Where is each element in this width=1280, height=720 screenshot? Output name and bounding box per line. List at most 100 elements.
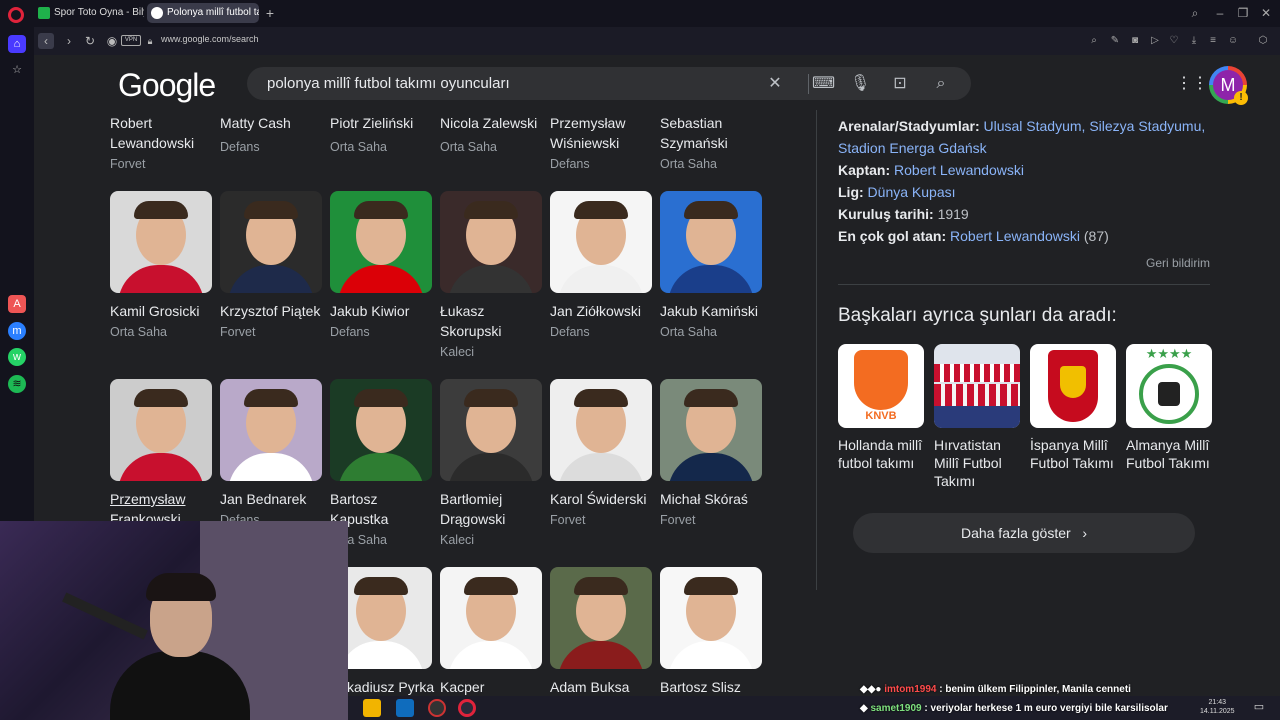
player-photo[interactable] <box>660 567 762 669</box>
avatar[interactable]: M ! <box>1209 66 1248 105</box>
maximize-icon[interactable]: ❐ <box>1233 4 1253 22</box>
player-name[interactable]: Matty Cash <box>220 113 328 133</box>
player-name[interactable]: Piotr Zieliński <box>330 113 438 133</box>
lens-icon[interactable]: ⊡ <box>890 74 910 94</box>
player-name[interactable]: Jan Ziółkowski <box>550 301 658 321</box>
minimize-icon[interactable]: – <box>1210 4 1230 22</box>
player-name[interactable]: Jakub Kiwior <box>330 301 438 321</box>
lock-icon[interactable]: 🔒︎ <box>142 33 158 49</box>
url-field[interactable]: www.google.com/search <box>161 34 259 44</box>
search-page-icon[interactable]: ⌕ <box>1087 34 1101 48</box>
player-photo[interactable] <box>660 191 762 293</box>
reload-icon[interactable]: ↻ <box>82 33 98 49</box>
app-icon[interactable] <box>428 699 446 717</box>
extensions-icon[interactable]: ⬡ <box>1256 34 1270 48</box>
player-photo[interactable] <box>330 191 432 293</box>
opera-logo-icon[interactable] <box>8 7 24 23</box>
player-photo[interactable] <box>110 379 212 481</box>
notification-icon[interactable]: ▭ <box>1252 700 1266 714</box>
messenger-icon[interactable]: m <box>8 322 26 340</box>
outlook-icon[interactable] <box>396 699 414 717</box>
forward-icon[interactable]: › <box>61 33 77 49</box>
home-icon[interactable]: ⌂ <box>8 35 26 53</box>
player-name[interactable]: Krzysztof Piątek <box>220 301 328 321</box>
close-window-icon[interactable]: ✕ <box>1256 4 1276 22</box>
tab-search-icon[interactable]: ⌕ <box>1185 4 1205 22</box>
microphone-icon[interactable]: 🎙︎ <box>850 74 870 94</box>
player-photo[interactable] <box>220 379 322 481</box>
clock-time: 21:43 <box>1208 699 1227 706</box>
player-name[interactable]: Przemysław Wiśniewski <box>550 113 658 153</box>
player-photo[interactable] <box>440 191 542 293</box>
edit-icon[interactable]: ✎ <box>1108 34 1122 48</box>
vpn-badge[interactable]: VPN <box>121 35 141 46</box>
player-name[interactable]: Bartłomiej Drągowski <box>440 489 548 529</box>
opera-taskbar-icon[interactable] <box>458 699 476 717</box>
google-logo[interactable]: Google <box>118 67 216 104</box>
player-photo[interactable] <box>550 567 652 669</box>
related-team-name: Almanya Millî Futbol Takımı <box>1126 437 1210 471</box>
player-name[interactable]: Jakub Kamiński <box>660 301 768 321</box>
player-name[interactable]: Jan Bednarek <box>220 489 328 509</box>
player-photo[interactable] <box>550 379 652 481</box>
play-icon[interactable]: ▷ <box>1148 34 1162 48</box>
player-name[interactable]: Sebastian Szymański <box>660 113 768 153</box>
player-name[interactable]: Kacper <box>440 677 548 697</box>
chat-text: : benim ülkem Filippinler, Manila cennet… <box>939 684 1131 695</box>
tab-bilyoner[interactable]: Spor Toto Oyna - Bilyoner <box>34 3 144 23</box>
player-name[interactable]: Adam Buksa <box>550 677 658 697</box>
search-icon[interactable]: ⌕ <box>931 74 951 94</box>
player-hair <box>134 201 188 219</box>
player-name[interactable]: Łukasz Skorupski <box>440 301 548 341</box>
whatsapp-icon[interactable]: w <box>8 348 26 366</box>
player-photo[interactable] <box>440 379 542 481</box>
related-team-name: Hırvatistan Millî Futbol Takımı <box>934 437 1002 489</box>
search-box[interactable]: polonya millî futbol takımı oyuncuları ✕… <box>247 67 971 100</box>
player-name[interactable]: kadiusz Pyrka <box>347 677 455 697</box>
player-name[interactable]: Kamil Grosicki <box>110 301 218 321</box>
kp-founded-value: 1919 <box>937 206 969 222</box>
chat-username: samet1909 <box>870 703 922 714</box>
related-team-spain[interactable]: İspanya Millî Futbol Takımı <box>1030 344 1116 472</box>
player-photo[interactable] <box>330 379 432 481</box>
player-photo[interactable] <box>110 191 212 293</box>
player-shirt <box>668 641 754 669</box>
camera-icon[interactable]: ◙ <box>1128 34 1142 48</box>
menu-icon[interactable]: ≡ <box>1206 34 1220 48</box>
player-name[interactable]: Michał Skóraś <box>660 489 768 509</box>
player-name[interactable]: Karol Świderski <box>550 489 658 509</box>
player-name[interactable]: Nicola Zalewski <box>440 113 548 133</box>
back-icon[interactable]: ‹ <box>38 33 54 49</box>
related-team-croatia[interactable]: Hırvatistan Millî Futbol Takımı <box>934 344 1020 490</box>
related-team-netherlands[interactable]: KNVB Hollanda millî futbol takımı <box>838 344 924 472</box>
player-photo[interactable] <box>550 191 652 293</box>
player-photo[interactable] <box>220 191 322 293</box>
tab-google-search[interactable]: Polonya millî futbol takım... <box>147 3 259 23</box>
heart-icon[interactable]: ♡ <box>1167 34 1181 48</box>
kp-captain-link[interactable]: Robert Lewandowski <box>894 162 1024 178</box>
player-photo[interactable] <box>440 567 542 669</box>
player-name[interactable]: Robert Lewandowski <box>110 113 218 153</box>
spotify-icon[interactable]: ≋ <box>8 375 26 393</box>
player-photo[interactable] <box>660 379 762 481</box>
apps-grid-icon[interactable]: ⋮⋮⋮ <box>1176 75 1224 93</box>
new-tab-button[interactable]: + <box>263 4 277 22</box>
search-input[interactable]: polonya millî futbol takımı oyuncuları <box>267 75 510 92</box>
keyboard-icon[interactable]: ⌨ <box>812 74 835 94</box>
star-icon[interactable]: ☆ <box>8 61 26 79</box>
aria-icon[interactable]: A <box>8 295 26 313</box>
show-more-button[interactable]: Daha fazla göster › <box>853 513 1195 553</box>
related-team-germany[interactable]: ★★★★ Almanya Millî Futbol Takımı <box>1126 344 1212 472</box>
kp-league-link[interactable]: Dünya Kupası <box>868 184 956 200</box>
download-icon[interactable]: ⤓ <box>1187 34 1201 48</box>
kp-topscorer-link[interactable]: Robert Lewandowski <box>950 228 1080 244</box>
system-clock[interactable]: 21:43 14.11.2025 <box>1200 698 1235 716</box>
panel-divider <box>816 110 817 590</box>
spain-crest-icon <box>1030 344 1116 428</box>
location-pin-icon[interactable]: ◉ <box>104 33 120 49</box>
player-name[interactable]: Bartosz Slisz <box>660 677 768 697</box>
clear-icon[interactable]: ✕ <box>765 74 785 94</box>
file-explorer-icon[interactable] <box>363 699 381 717</box>
profile-icon[interactable]: ☺ <box>1226 34 1240 48</box>
feedback-link[interactable]: Geri bildirim <box>1146 256 1210 270</box>
